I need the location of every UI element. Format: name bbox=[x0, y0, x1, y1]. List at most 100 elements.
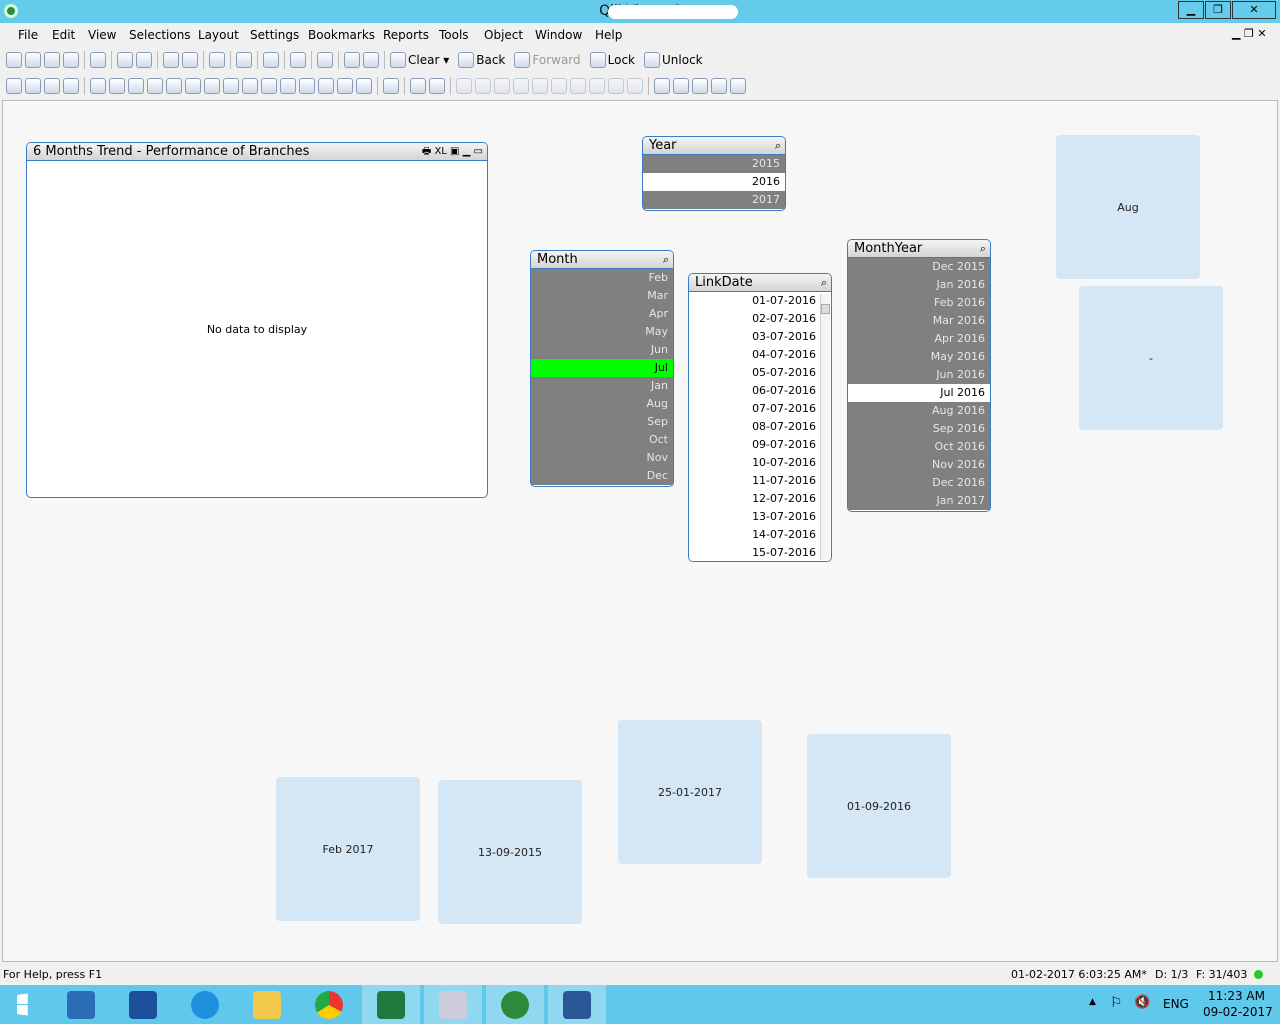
edit-script-icon[interactable] bbox=[117, 52, 133, 68]
qlikview-taskbar-icon[interactable] bbox=[486, 985, 544, 1024]
bookmark-object-icon[interactable] bbox=[299, 78, 315, 94]
listbox-value[interactable]: 04-07-2016 bbox=[689, 346, 831, 364]
help-icon[interactable] bbox=[344, 52, 360, 68]
listbox-value[interactable]: Oct 2016 bbox=[848, 438, 990, 456]
search-icon[interactable]: ⌕ bbox=[980, 240, 986, 258]
unlock-button[interactable]: Unlock bbox=[644, 52, 709, 68]
web-view-icon[interactable] bbox=[730, 78, 746, 94]
listbox-value[interactable]: 07-07-2016 bbox=[689, 400, 831, 418]
input-box-icon[interactable] bbox=[185, 78, 201, 94]
clear-button[interactable]: Clear ▾ bbox=[390, 52, 455, 68]
powershell-icon[interactable] bbox=[114, 985, 172, 1024]
start-button[interactable] bbox=[0, 985, 58, 1024]
select-fields-icon[interactable] bbox=[236, 52, 252, 68]
listbox-value[interactable]: 2016 bbox=[643, 173, 785, 191]
document-properties-icon[interactable] bbox=[673, 78, 689, 94]
promote-sheet-icon[interactable] bbox=[25, 78, 41, 94]
demote-sheet-icon[interactable] bbox=[44, 78, 60, 94]
button-icon[interactable] bbox=[223, 78, 239, 94]
redo-icon[interactable] bbox=[182, 52, 198, 68]
server-manager-icon[interactable] bbox=[52, 985, 110, 1024]
listbox-value[interactable]: 06-07-2016 bbox=[689, 382, 831, 400]
listbox-value[interactable]: Mar bbox=[531, 287, 673, 305]
align-grid-icon[interactable] bbox=[429, 78, 445, 94]
listbox-value[interactable]: 05-07-2016 bbox=[689, 364, 831, 382]
menu-selections[interactable]: Selections bbox=[129, 28, 191, 42]
user-properties-icon[interactable] bbox=[654, 78, 670, 94]
listbox-value[interactable]: 2015 bbox=[643, 155, 785, 173]
listbox-value[interactable]: Jun bbox=[531, 341, 673, 359]
listbox-value[interactable]: May 2016 bbox=[848, 348, 990, 366]
bookmark-icon[interactable] bbox=[290, 52, 306, 68]
clock-date[interactable]: 09-02-2017 bbox=[1203, 1005, 1273, 1019]
menu-edit[interactable]: Edit bbox=[52, 28, 75, 42]
listbox-value[interactable]: 2017 bbox=[643, 191, 785, 209]
new-icon[interactable] bbox=[6, 52, 22, 68]
align-right-icon[interactable] bbox=[494, 78, 510, 94]
menu-reports[interactable]: Reports bbox=[383, 28, 429, 42]
listbox-value[interactable]: May bbox=[531, 323, 673, 341]
space-vertical-icon[interactable] bbox=[570, 78, 586, 94]
save-icon[interactable] bbox=[63, 52, 79, 68]
listbox-year[interactable]: Year ⌕ 2015 2016 2017 bbox=[642, 136, 786, 211]
menu-settings[interactable]: Settings bbox=[250, 28, 299, 42]
chart-object[interactable]: 6 Months Trend - Performance of Branches… bbox=[26, 142, 488, 498]
listbox-value[interactable]: Dec bbox=[531, 467, 673, 485]
reload-icon[interactable] bbox=[44, 52, 60, 68]
space-horizontal-icon[interactable] bbox=[589, 78, 605, 94]
listbox-value[interactable]: Apr 2016 bbox=[848, 330, 990, 348]
open-icon[interactable] bbox=[25, 52, 41, 68]
sheet-props-icon[interactable] bbox=[692, 78, 708, 94]
new-sheet-icon[interactable] bbox=[6, 78, 22, 94]
listbox-value[interactable]: Sep bbox=[531, 413, 673, 431]
search-icon[interactable]: ⌕ bbox=[663, 251, 669, 269]
text-object[interactable]: 01-09-2016 bbox=[807, 734, 951, 878]
listbox-value[interactable]: Feb 2016 bbox=[848, 294, 990, 312]
chrome-icon[interactable] bbox=[300, 985, 358, 1024]
align-left-icon[interactable] bbox=[456, 78, 472, 94]
language-indicator[interactable]: ENG bbox=[1163, 997, 1189, 1011]
listbox-value[interactable]: Jan 2016 bbox=[848, 276, 990, 294]
custom-object-icon[interactable] bbox=[356, 78, 372, 94]
listbox-value[interactable]: Jul 2016 bbox=[848, 384, 990, 402]
file-explorer-icon[interactable] bbox=[238, 985, 296, 1024]
menu-layout[interactable]: Layout bbox=[198, 28, 239, 42]
server-objects-icon[interactable] bbox=[711, 78, 727, 94]
edit-icon[interactable] bbox=[317, 52, 333, 68]
align-middle-icon[interactable] bbox=[532, 78, 548, 94]
whats-this-icon[interactable] bbox=[363, 52, 379, 68]
align-bottom-icon[interactable] bbox=[513, 78, 529, 94]
excel-icon[interactable] bbox=[362, 985, 420, 1024]
align-center-icon[interactable] bbox=[475, 78, 491, 94]
sheet-properties-icon[interactable] bbox=[63, 78, 79, 94]
listbox-value[interactable]: 03-07-2016 bbox=[689, 328, 831, 346]
text-object[interactable]: Feb 2017 bbox=[276, 777, 420, 921]
multi-box-icon[interactable] bbox=[147, 78, 163, 94]
listbox-value[interactable]: Mar 2016 bbox=[848, 312, 990, 330]
close-button[interactable]: ✕ bbox=[1232, 1, 1276, 19]
table-box-icon[interactable] bbox=[128, 78, 144, 94]
listbox-value[interactable]: Apr bbox=[531, 305, 673, 323]
clock-time[interactable]: 11:23 AM bbox=[1208, 989, 1265, 1003]
listbox-value[interactable]: 12-07-2016 bbox=[689, 490, 831, 508]
format-painter-icon[interactable] bbox=[410, 78, 426, 94]
reload-data-icon[interactable] bbox=[136, 52, 152, 68]
new-chart-icon[interactable] bbox=[263, 52, 279, 68]
listbox-value[interactable]: 15-07-2016 bbox=[689, 544, 831, 561]
show-hidden-icons[interactable]: ▲ bbox=[1089, 997, 1096, 1007]
listbox-value[interactable]: Dec 2015 bbox=[848, 258, 990, 276]
search-icon[interactable]: ⌕ bbox=[775, 137, 781, 155]
caption-icons[interactable]: 🖶 XL ▣ ▁ ▭ bbox=[422, 143, 483, 161]
undo-icon[interactable] bbox=[163, 52, 179, 68]
adjust-top-icon[interactable] bbox=[627, 78, 643, 94]
listbox-value[interactable]: Nov bbox=[531, 449, 673, 467]
text-object[interactable]: 13-09-2015 bbox=[438, 780, 582, 924]
listbox-value[interactable]: Feb bbox=[531, 269, 673, 287]
mdi-controls[interactable]: ▁ ❐ ✕ bbox=[1232, 27, 1267, 40]
listbox-value[interactable]: Jun 2016 bbox=[848, 366, 990, 384]
statistics-box-icon[interactable] bbox=[109, 78, 125, 94]
listbox-icon[interactable] bbox=[90, 78, 106, 94]
listbox-value[interactable]: Jan bbox=[531, 377, 673, 395]
action-center-flag-icon[interactable]: ⚐ bbox=[1110, 995, 1123, 1011]
word-icon[interactable] bbox=[548, 985, 606, 1024]
